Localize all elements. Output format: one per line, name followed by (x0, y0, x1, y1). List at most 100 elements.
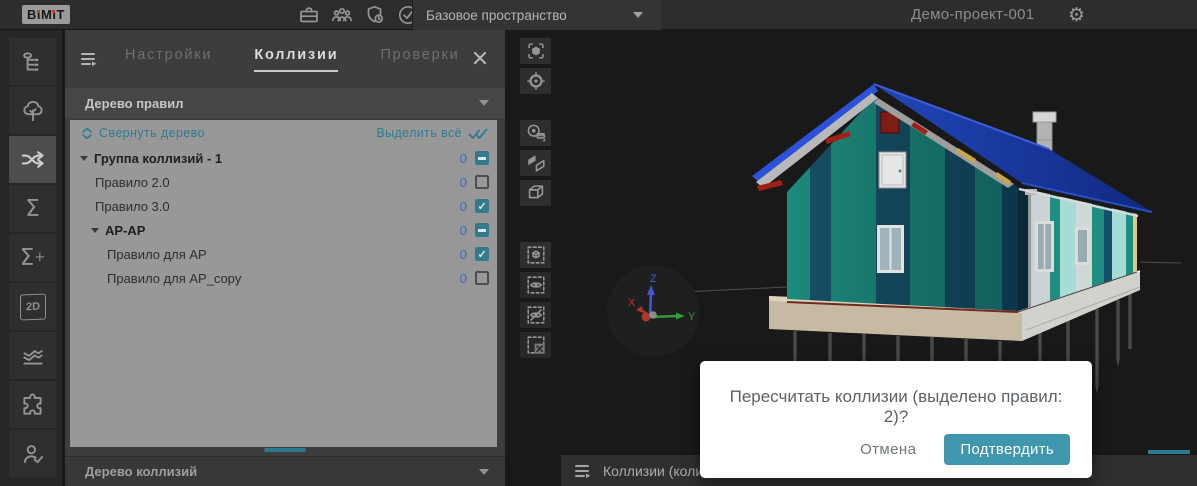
sidebar-item-2d[interactable]: 2D (9, 283, 56, 330)
tree-row-label: Правило для АР_copy (107, 271, 241, 286)
clear-selection-button[interactable] (520, 332, 551, 358)
row-checkbox[interactable] (475, 199, 489, 213)
collisions-panel: Настройки Коллизии Проверки Дерево прави… (65, 30, 505, 486)
left-icon-rail: Σ Σ+ 2D (0, 30, 62, 486)
tab-checks[interactable]: Проверки (380, 47, 459, 72)
sidebar-item-sum-add[interactable]: Σ+ (9, 234, 56, 281)
axis-z-label: Z (650, 273, 657, 285)
rules-tree-title: Дерево правил (85, 96, 183, 111)
row-checkbox[interactable] (475, 175, 489, 189)
section-plane-icon (525, 152, 547, 174)
sum-icon: Σ (25, 196, 40, 222)
sidebar-item-plugins[interactable] (9, 381, 56, 428)
collision-count: 0 (460, 271, 467, 286)
project-title: Демо-проект-001 (911, 0, 1034, 30)
expander-icon[interactable] (80, 156, 88, 161)
drawings-2d-icon: 2D (20, 293, 46, 320)
user-check-icon (20, 441, 46, 467)
tree-row-label: Группа коллизий - 1 (94, 151, 222, 166)
collapse-expand-icon[interactable] (80, 126, 94, 141)
tree-row-rule-3[interactable]: Правило 3.0 0 (70, 194, 497, 218)
row-checkbox[interactable] (475, 151, 489, 165)
workspace-selector[interactable]: Базовое пространство (413, 0, 661, 30)
tree-row-label: Правило 3.0 (95, 199, 170, 214)
cancel-button[interactable]: Отмена (860, 441, 916, 458)
recalculate-collisions-dialog: Пересчитать коллизии (выделено правил: 2… (700, 361, 1092, 478)
expander-icon[interactable] (91, 228, 99, 233)
shield-clock-icon[interactable] (363, 3, 387, 27)
row-checkbox[interactable] (475, 271, 489, 285)
chevron-down-icon (633, 12, 643, 18)
gable-window (877, 225, 904, 273)
row-checkbox[interactable] (475, 247, 489, 261)
tree-row-rule-2[interactable]: Правило 2.0 0 (70, 170, 497, 194)
bottom-panel-title: Коллизии (коли (603, 463, 703, 479)
gear-icon[interactable]: ⚙ (1068, 2, 1085, 28)
tab-settings[interactable]: Настройки (125, 47, 212, 72)
tree-row-label: Правило 2.0 (95, 175, 170, 190)
hide-selected-button[interactable] (520, 302, 551, 328)
row-checkbox[interactable] (475, 223, 489, 237)
panel-resize-handle[interactable] (265, 448, 306, 452)
hide-selected-icon (525, 304, 547, 326)
sidebar-item-model-tree[interactable] (9, 38, 56, 85)
collisions-tree-header[interactable]: Дерево коллизий (65, 456, 505, 486)
collision-count: 0 (460, 223, 467, 238)
briefcase-icon[interactable] (297, 3, 321, 27)
collision-count: 0 (460, 199, 467, 214)
sidebar-item-collisions[interactable] (9, 136, 56, 183)
dialog-message: Пересчитать коллизии (выделено правил: 2… (716, 387, 1076, 427)
workspace-label: Базовое пространство (426, 8, 567, 23)
sidebar-item-sum[interactable]: Σ (9, 185, 56, 232)
orbit-target-icon (525, 70, 547, 92)
measure-tape-icon (525, 122, 547, 144)
axis-gizmo[interactable]: Z Y X (607, 265, 699, 357)
double-check-icon[interactable] (468, 126, 489, 141)
rules-tree-header[interactable]: Дерево правил (65, 88, 505, 118)
rules-tree-area: Свернуть дерево Выделить всё Группа колл… (70, 120, 497, 447)
tab-collisions[interactable]: Коллизии (254, 47, 338, 72)
tree-row-rule-ar[interactable]: Правило для АР 0 (70, 242, 497, 266)
select-all-link[interactable]: Выделить всё (376, 126, 462, 140)
tree-row-group-1[interactable]: Группа коллизий - 1 0 (70, 146, 497, 170)
collision-count: 0 (460, 151, 467, 166)
selection-cube-icon (525, 244, 547, 266)
section-box-button[interactable] (520, 180, 551, 206)
tree-row-ar-ar[interactable]: АР-АР 0 (70, 218, 497, 242)
tree-row-label: Правило для АР (107, 247, 207, 262)
selection-cube-button[interactable] (520, 242, 551, 268)
users-icon[interactable] (330, 3, 354, 27)
measure-tape-button[interactable] (520, 120, 551, 146)
model-tree-icon (20, 49, 46, 75)
axis-x-label: X (628, 297, 636, 309)
collisions-icon (19, 146, 46, 173)
tree-links-row: Свернуть дерево Выделить всё (70, 120, 497, 146)
sidebar-item-environment[interactable] (9, 87, 56, 134)
panel-tabs: Настройки Коллизии Проверки (125, 47, 460, 72)
panel-menu-icon[interactable] (79, 49, 99, 69)
sidebar-item-user-check[interactable] (9, 430, 56, 477)
entry-door (879, 152, 906, 188)
panel-menu-icon[interactable] (573, 461, 593, 481)
plugins-icon (20, 392, 46, 418)
collisions-tree-title: Дерево коллизий (85, 464, 197, 479)
collision-count: 0 (460, 175, 467, 190)
axis-y-label: Y (688, 311, 696, 323)
bottom-panel-resize-handle[interactable] (1148, 450, 1190, 454)
top-bar: BıMıT Базовое пространство Демо-проект-0… (0, 0, 1197, 30)
tree-row-rule-ar-copy[interactable]: Правило для АР_copy 0 (70, 266, 497, 290)
confirm-button[interactable]: Подтвердить (944, 434, 1070, 465)
section-plane-button[interactable] (520, 150, 551, 176)
show-selected-button[interactable] (520, 272, 551, 298)
sum-add-icon: Σ+ (20, 245, 45, 271)
sidebar-item-charts[interactable] (9, 332, 56, 379)
collapse-tree-link[interactable]: Свернуть дерево (99, 126, 205, 140)
show-selected-icon (525, 274, 547, 296)
close-icon[interactable] (471, 49, 489, 67)
side-window-1 (1035, 221, 1054, 272)
fit-view-button[interactable] (520, 38, 551, 64)
collision-count: 0 (460, 247, 467, 262)
orbit-target-button[interactable] (520, 68, 551, 94)
viewport-toolbar (505, 30, 562, 486)
tree-row-label: АР-АР (105, 223, 145, 238)
